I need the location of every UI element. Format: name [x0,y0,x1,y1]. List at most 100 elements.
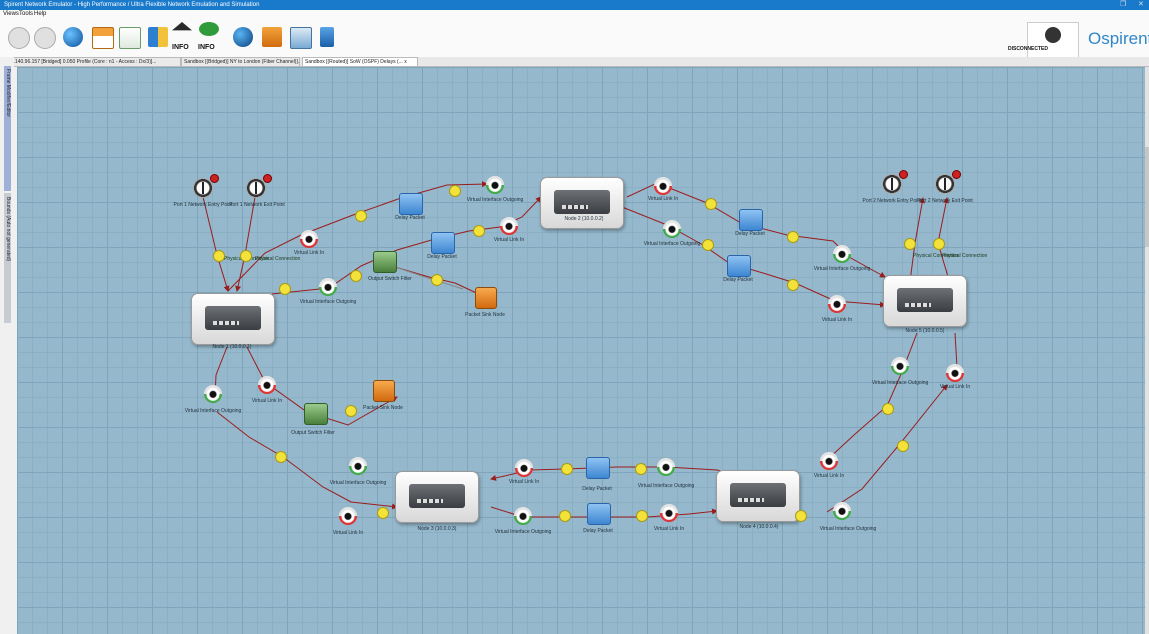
export-icon[interactable] [320,27,334,47]
network-exit-point-icon[interactable] [935,170,961,194]
tab-ospf-delays[interactable]: Sandbox [(Routed)] SoW (OSPF) Delays (..… [302,57,418,66]
junction-icon[interactable] [473,225,485,237]
virtual-link-in-icon[interactable] [339,507,357,525]
vi-out-label: Virtual Interface Outgoing [643,241,701,247]
network-exit-point-icon[interactable] [246,174,272,198]
delay-label: Delay Packet [735,231,765,237]
endpoint-label: Port 1 Network Exit Point [229,202,285,208]
node-3[interactable] [395,471,479,523]
virtual-link-in-icon[interactable] [654,177,672,195]
close-button[interactable]: ✕ [1138,0,1144,10]
chart-icon[interactable] [119,27,141,49]
junction-icon[interactable] [702,239,714,251]
junction-icon[interactable] [787,279,799,291]
menu-help[interactable]: Help [34,10,46,19]
tab-profile[interactable]: 10.140.96.157 [Bridged] 0.050 Profile (C… [5,57,181,66]
junction-icon[interactable] [559,510,571,522]
vi-out-label: Virtual Interface Outgoing [871,380,929,386]
info-label-2: INFO [198,44,215,51]
junction-icon[interactable] [904,238,916,250]
add-module-icon[interactable] [262,27,282,47]
back-icon[interactable] [8,27,30,49]
add-node-icon[interactable] [233,27,253,47]
title-bar: Spirent Network Emulator - High Performa… [0,0,1149,10]
junction-icon[interactable] [635,463,647,475]
junction-icon[interactable] [787,231,799,243]
virtual-link-in-icon[interactable] [660,504,678,522]
scrollbar-thumb[interactable] [1145,147,1149,247]
virtual-link-in-icon[interactable] [820,452,838,470]
topology-canvas[interactable]: Node 1 (10.0.0.1) Node 2 (10.0.0.2) Node… [17,67,1145,634]
delay-packet-icon[interactable] [399,193,423,215]
disconnected-icon [1045,27,1061,43]
junction-icon[interactable] [345,405,357,417]
virtual-interface-out-icon[interactable] [319,278,337,296]
virtual-link-in-icon[interactable] [946,364,964,382]
network-icon[interactable] [290,27,312,49]
junction-icon[interactable] [705,198,717,210]
packet-sink-icon[interactable] [373,380,395,402]
junction-icon[interactable] [279,283,291,295]
menu-tools[interactable]: Tools [19,10,33,19]
output-switch-icon[interactable] [373,251,397,273]
info-router-icon[interactable] [172,22,192,31]
junction-icon[interactable] [933,238,945,250]
virtual-link-in-icon[interactable] [515,459,533,477]
vi-in-label: Virtual Link In [508,479,540,485]
menu-views[interactable]: Views [3,10,19,19]
junction-icon[interactable] [431,274,443,286]
virtual-interface-out-icon[interactable] [204,385,222,403]
vertical-scrollbar[interactable] [1145,67,1149,634]
junction-icon[interactable] [897,440,909,452]
junction-icon[interactable] [275,451,287,463]
vi-out-label: Virtual Interface Outgoing [329,480,387,486]
virtual-link-in-icon[interactable] [828,295,846,313]
globe-icon[interactable] [63,27,83,47]
endpoint-label: Port 1 Network Entry Point [173,202,233,208]
node-1[interactable] [191,293,275,345]
network-entry-point-icon[interactable] [882,170,908,194]
virtual-interface-out-icon[interactable] [833,502,851,520]
packet-sink-icon[interactable] [475,287,497,309]
calendar-icon[interactable] [92,27,114,49]
junction-icon[interactable] [449,185,461,197]
tab-ny-london[interactable]: Sandbox [(Bridged)] NY to London (Fiber … [181,57,300,66]
info-switch-icon[interactable] [199,22,219,36]
junction-icon[interactable] [213,250,225,262]
junction-icon[interactable] [355,210,367,222]
connection-label: Physical Connection [255,256,301,262]
virtual-link-in-icon[interactable] [500,217,518,235]
delay-label: Delay Packet [395,215,425,221]
delay-packet-icon[interactable] [587,503,611,525]
sink-label: Packet Sink Node [363,405,403,411]
virtual-interface-out-icon[interactable] [514,507,532,525]
virtual-interface-out-icon[interactable] [833,245,851,263]
junction-icon[interactable] [795,510,807,522]
delay-packet-icon[interactable] [586,457,610,479]
restore-button[interactable]: ❐ [1120,0,1126,10]
delay-packet-icon[interactable] [431,232,455,254]
virtual-interface-out-icon[interactable] [486,176,504,194]
node-4[interactable] [716,470,800,522]
network-entry-point-icon[interactable] [193,174,219,198]
junction-icon[interactable] [350,270,362,282]
virtual-interface-out-icon[interactable] [891,357,909,375]
virtual-interface-out-icon[interactable] [349,457,367,475]
virtual-link-in-icon[interactable] [258,376,276,394]
delay-packet-icon[interactable] [739,209,763,231]
output-switch-icon[interactable] [304,403,328,425]
junction-icon[interactable] [377,507,389,519]
forward-icon[interactable] [34,27,56,49]
virtual-interface-out-icon[interactable] [657,458,675,476]
window-title: Spirent Network Emulator - High Performa… [4,2,260,8]
junction-icon[interactable] [636,510,648,522]
connection-status[interactable]: DISCONNECTED [1008,22,1079,60]
node-5[interactable] [883,275,967,327]
junction-icon[interactable] [240,250,252,262]
virtual-interface-out-icon[interactable] [663,220,681,238]
delay-packet-icon[interactable] [727,255,751,277]
virtual-link-in-icon[interactable] [300,230,318,248]
junction-icon[interactable] [882,403,894,415]
statistics-icon[interactable] [148,27,168,47]
junction-icon[interactable] [561,463,573,475]
